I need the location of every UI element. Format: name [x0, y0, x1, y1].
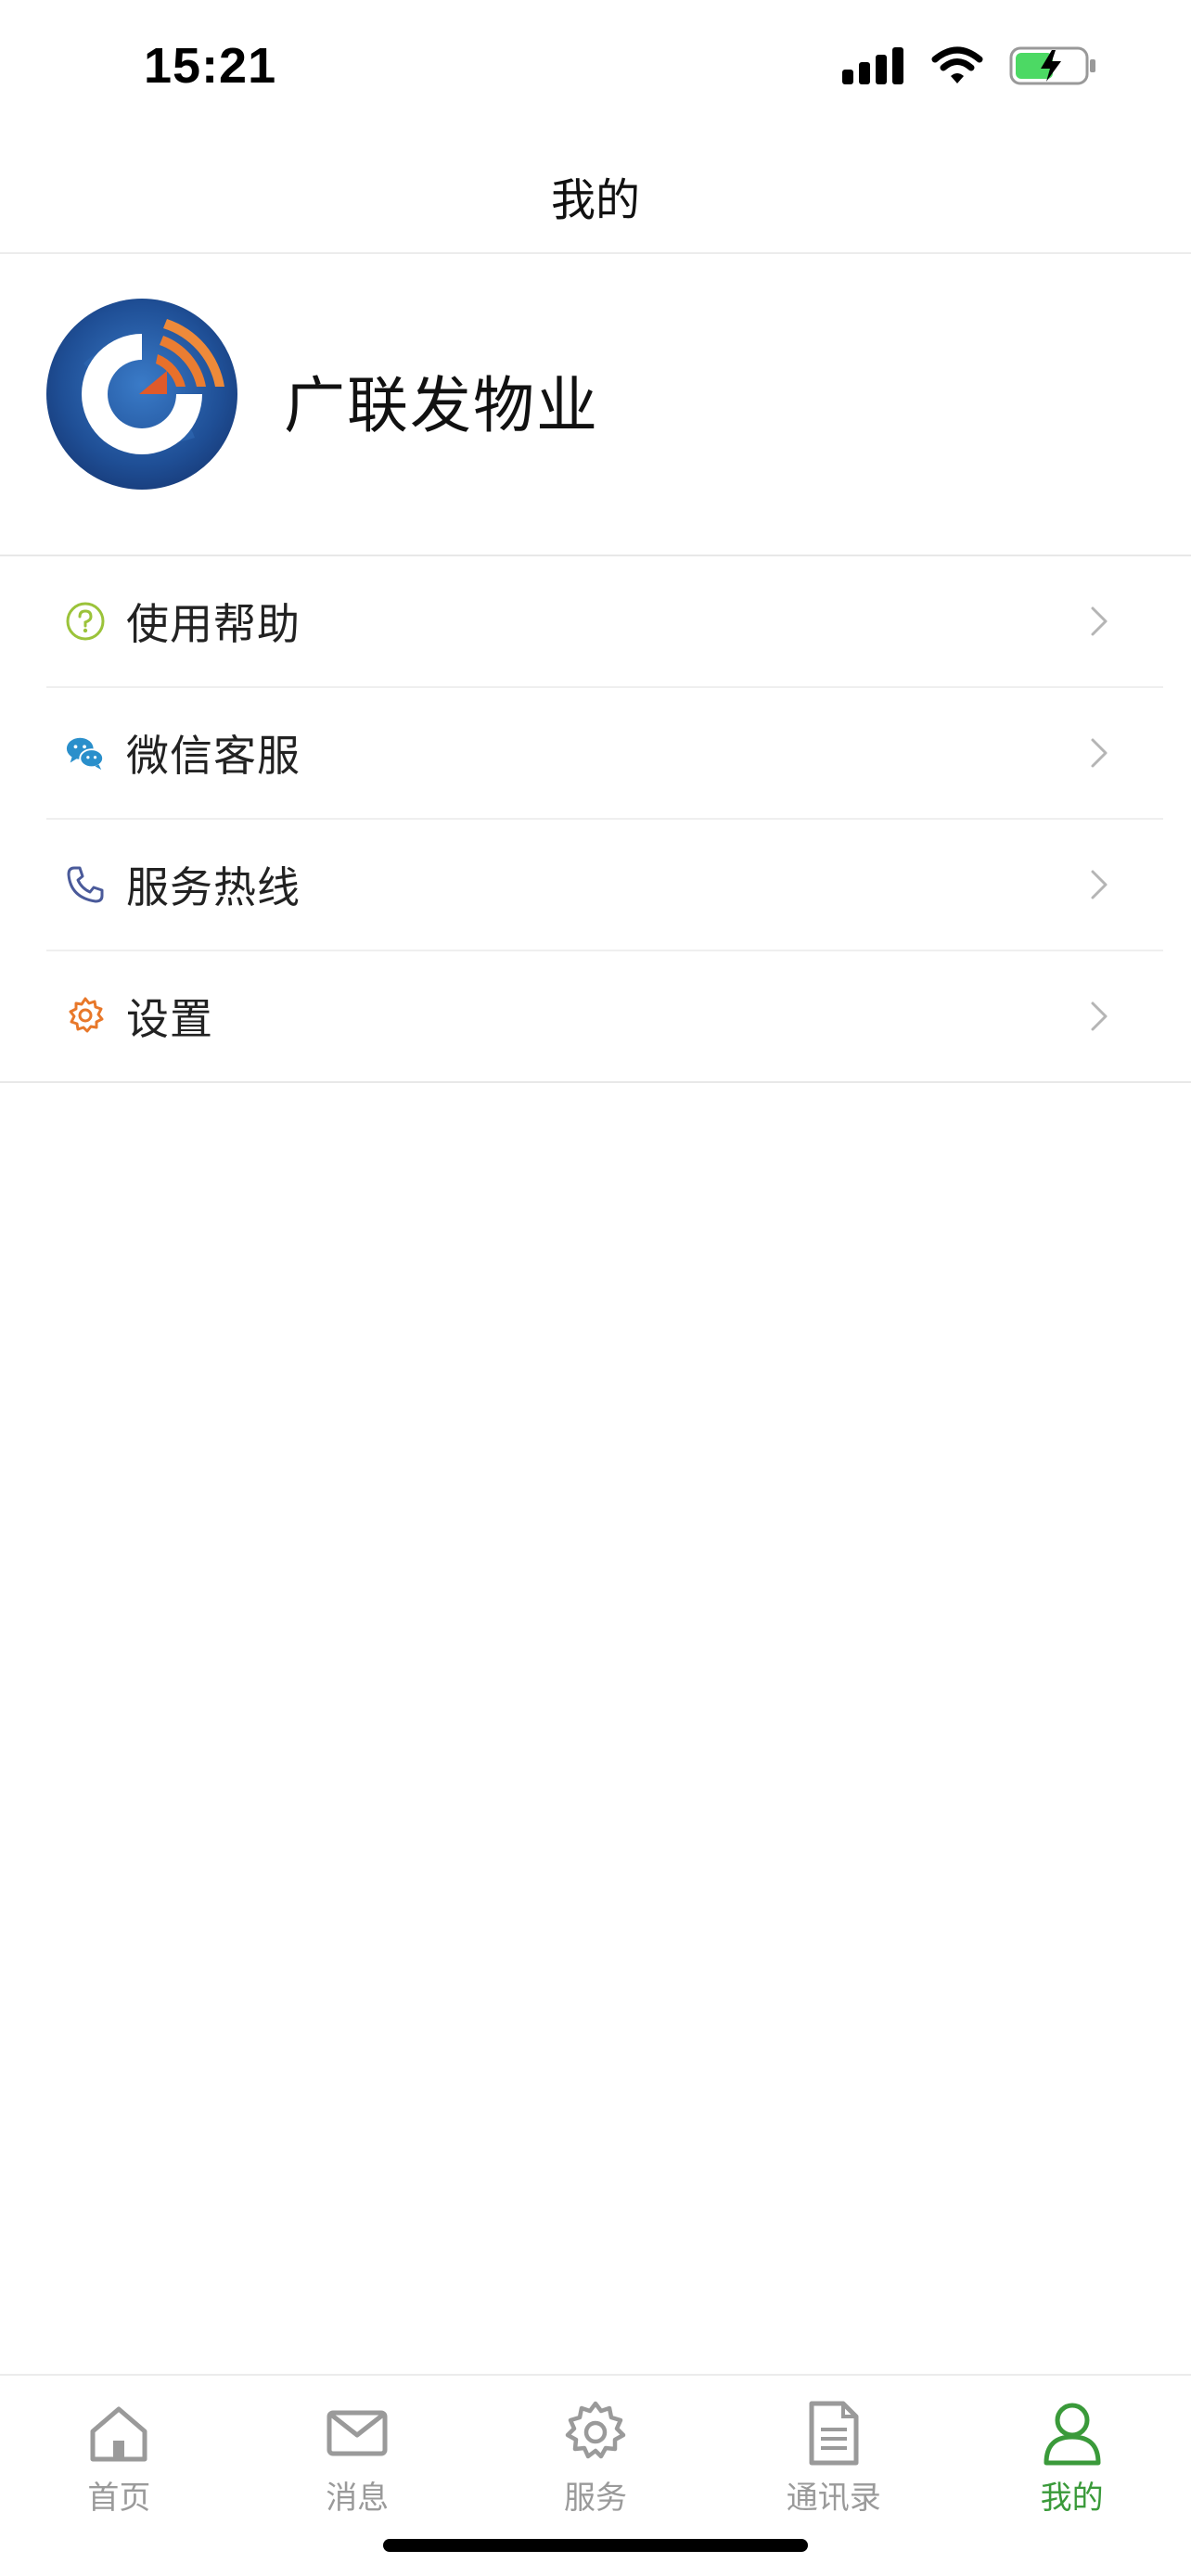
menu-list: 使用帮助 微信客服 服务热线 设置: [0, 556, 1191, 1083]
tab-label: 通讯录: [786, 2480, 881, 2517]
nav-header: 我的: [0, 139, 1191, 254]
page-title: 我的: [550, 174, 640, 226]
chevron-right-icon: [1091, 870, 1108, 899]
user-icon: [1044, 2403, 1101, 2466]
tab-label: 服务: [563, 2480, 627, 2517]
menu-item-label: 服务热线: [126, 862, 301, 912]
menu-item-label: 微信客服: [126, 731, 301, 781]
menu-item-hotline[interactable]: 服务热线: [46, 820, 1163, 951]
phone-icon: [65, 864, 106, 905]
avatar: [46, 299, 237, 490]
status-icons: [842, 45, 1098, 87]
tab-label: 消息: [326, 2480, 390, 2517]
screen: 15:21 我的 广联发物业 使用帮助 微信客服 服务热线 设置 首页 消息 服…: [0, 0, 1191, 2576]
chevron-right-icon: [1091, 738, 1108, 768]
menu-item-label: 使用帮助: [126, 599, 301, 649]
document-icon: [809, 2401, 859, 2466]
wifi-icon: [931, 46, 983, 83]
home-icon: [90, 2406, 147, 2462]
settings-icon: [65, 996, 106, 1037]
signal-icon: [842, 47, 903, 84]
tab-mine[interactable]: 我的: [953, 2376, 1191, 2576]
chevron-right-icon: [1091, 606, 1108, 636]
menu-item-help[interactable]: 使用帮助: [46, 556, 1163, 688]
menu-item-wechat-service[interactable]: 微信客服: [46, 688, 1163, 820]
profile-card[interactable]: 广联发物业: [0, 254, 1191, 556]
chevron-right-icon: [1091, 1001, 1108, 1031]
home-indicator: [383, 2539, 808, 2552]
status-time: 15:21: [144, 38, 277, 94]
tab-home[interactable]: 首页: [0, 2376, 238, 2576]
menu-item-label: 设置: [126, 994, 213, 1044]
profile-name: 广联发物业: [284, 370, 599, 441]
menu-item-settings[interactable]: 设置: [46, 951, 1163, 1081]
wechat-icon: [65, 733, 106, 773]
status-bar: 15:21: [0, 0, 1191, 139]
battery-charging-icon: [1009, 46, 1095, 85]
gear-icon: [565, 2401, 626, 2459]
help-icon: [65, 601, 106, 642]
mail-icon: [327, 2410, 388, 2456]
tab-label: 我的: [1040, 2480, 1104, 2517]
tab-label: 首页: [87, 2480, 151, 2517]
